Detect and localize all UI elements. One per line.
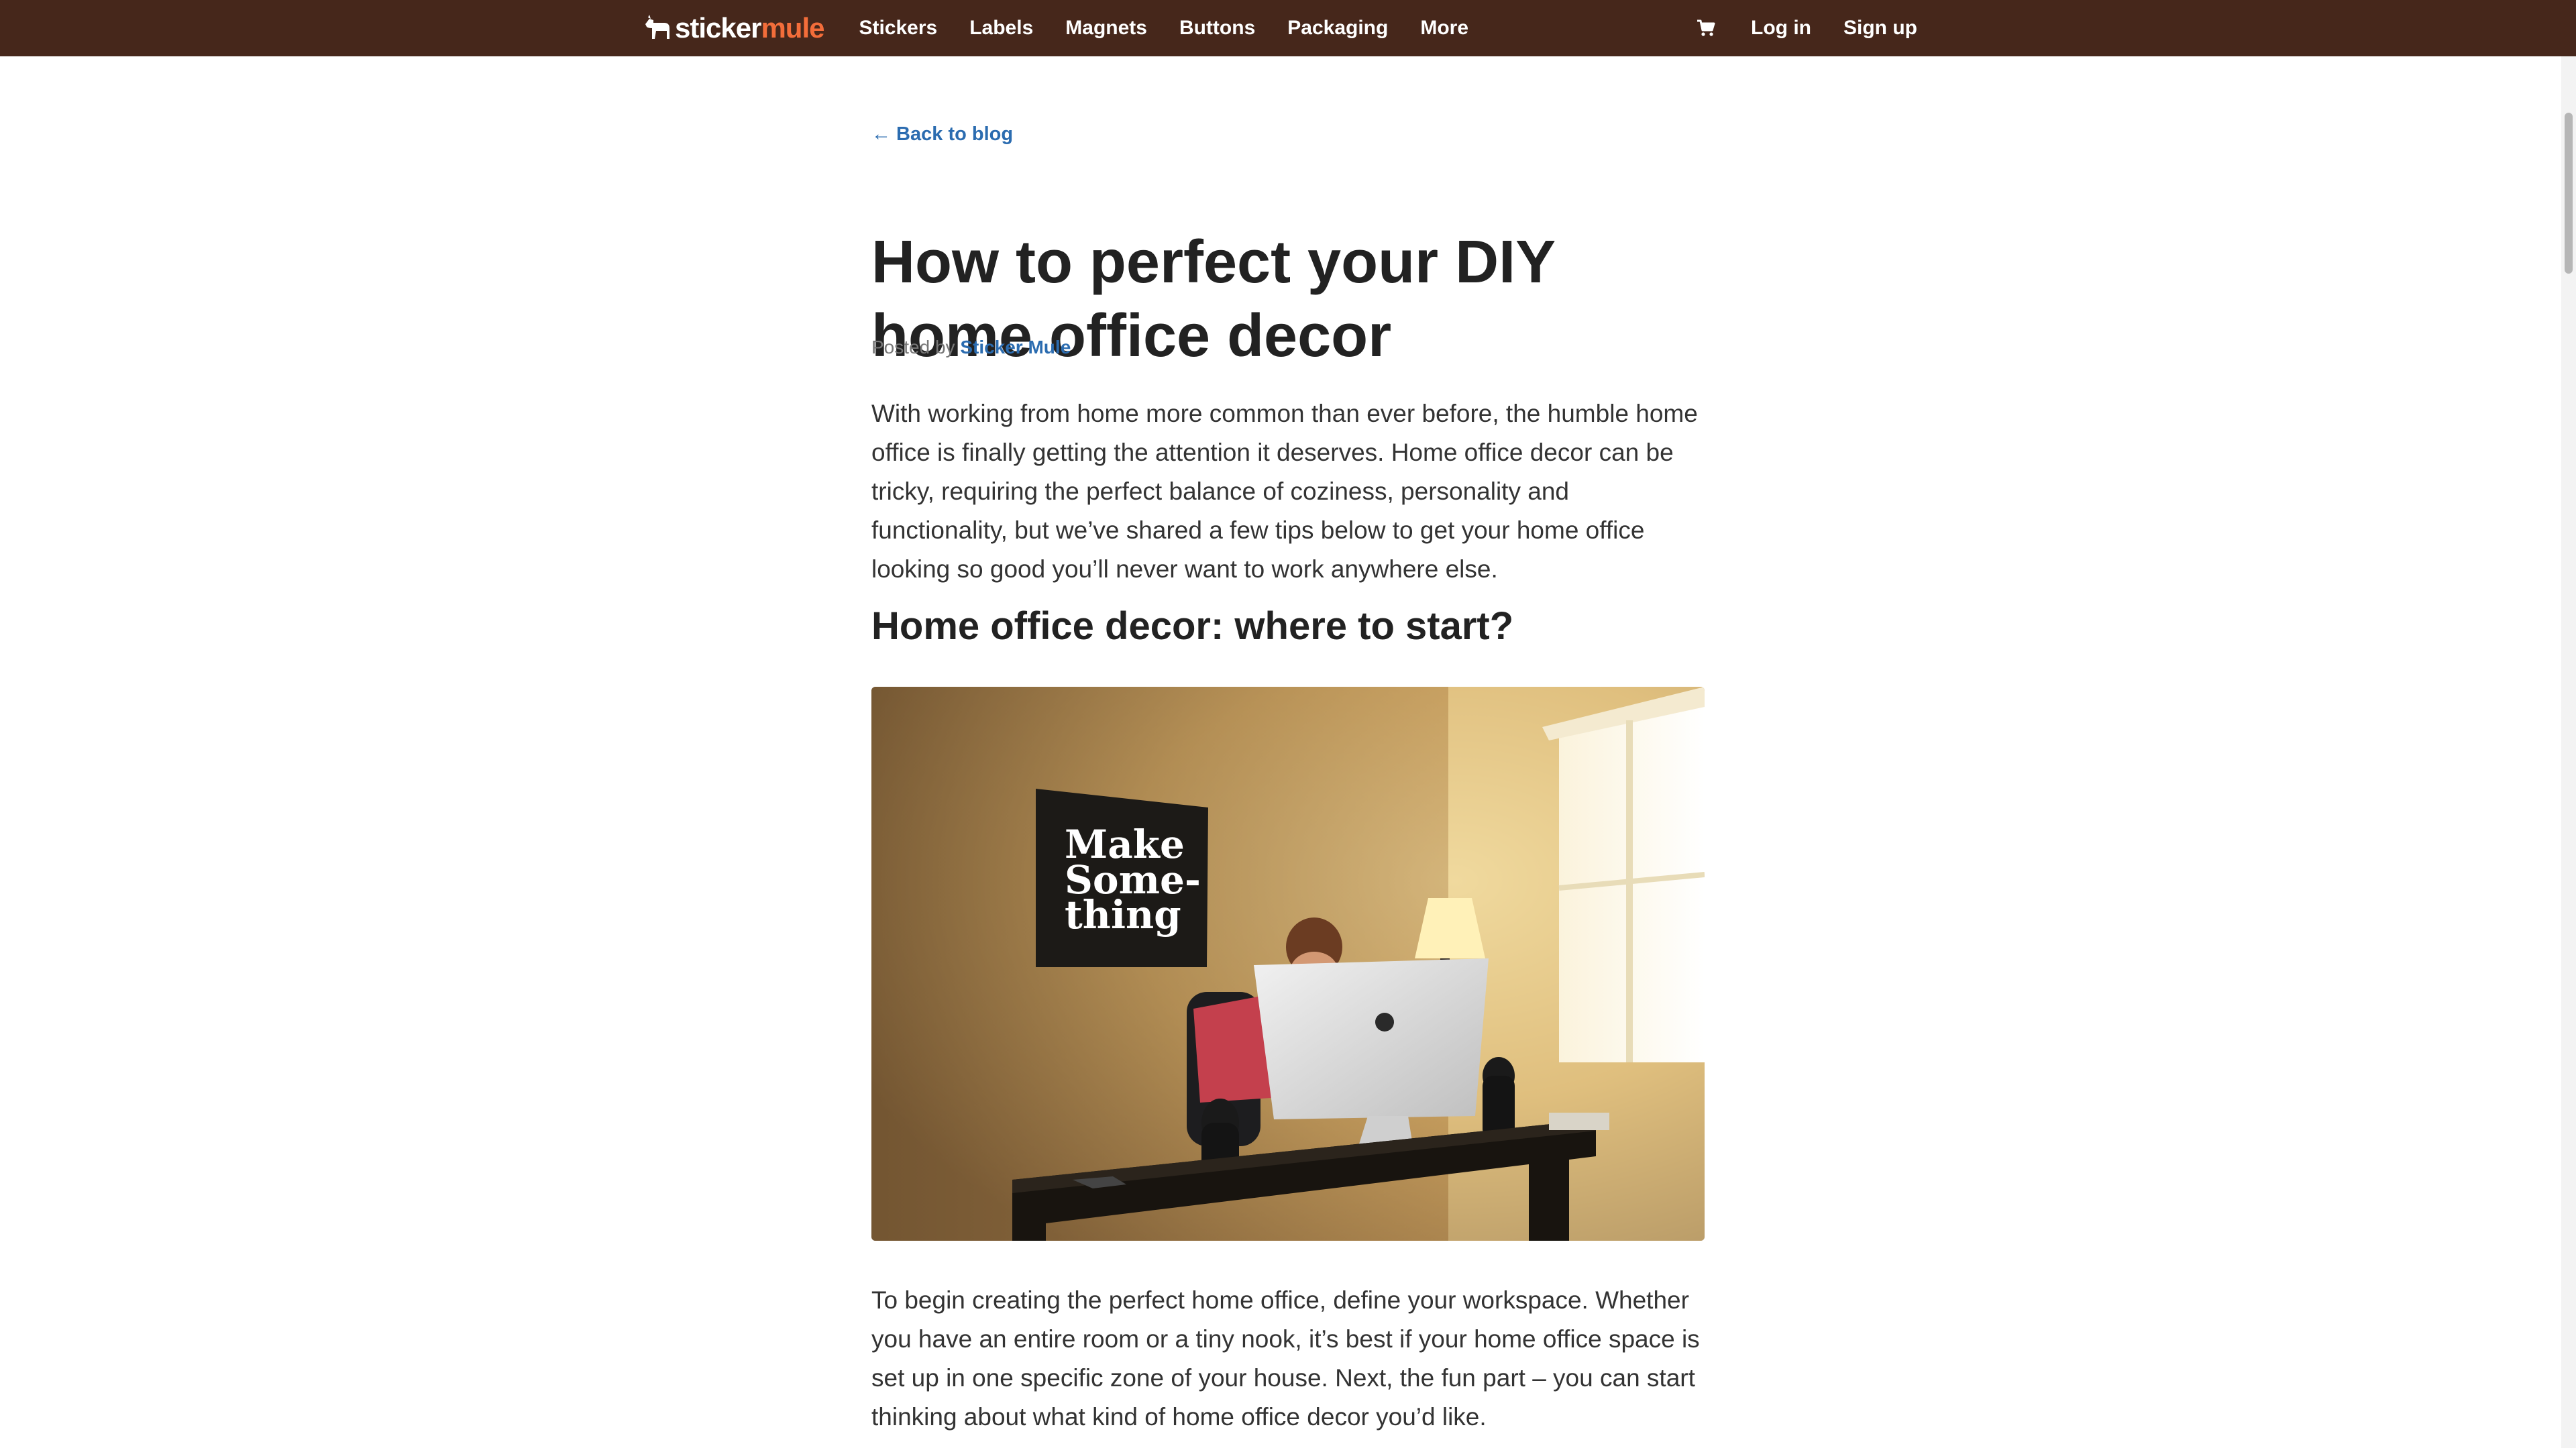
intro-paragraph: With working from home more common than … [871, 400, 1698, 583]
author-link[interactable]: Sticker Mule [960, 337, 1071, 357]
back-to-blog-link[interactable]: ← Back to blog [871, 123, 1013, 146]
posted-by-label: Posted by [871, 337, 955, 357]
scrollbar-thumb[interactable] [2565, 113, 2573, 274]
mule-icon [645, 15, 669, 39]
cart-icon[interactable] [1696, 18, 1716, 38]
home-office-illustration: Make Some- thing [871, 687, 1705, 1241]
signup-link[interactable]: Sign up [1843, 17, 1917, 40]
poster-text: Make Some- thing [1065, 822, 1201, 938]
page-scrollbar[interactable] [2561, 56, 2576, 1448]
nav-magnets[interactable]: Magnets [1065, 17, 1147, 40]
nav-packaging[interactable]: Packaging [1287, 17, 1388, 40]
section-heading: Home office decor: where to start? [871, 604, 1514, 648]
nav-right-group: Log in Sign up [1696, 0, 1917, 56]
login-link[interactable]: Log in [1751, 17, 1811, 40]
nav-stickers[interactable]: Stickers [859, 17, 937, 40]
navbar-inner: sticker mule Stickers Labels Magnets Butt… [643, 0, 1917, 56]
article-byline: Posted by Sticker Mule [871, 337, 1071, 358]
logo-text-sticker: sticker [675, 12, 761, 44]
nav-buttons[interactable]: Buttons [1179, 17, 1255, 40]
home-office-photo: Make Some- thing [871, 687, 1705, 1241]
body-paragraph: To begin creating the perfect home offic… [871, 1286, 1700, 1431]
stickermule-logo[interactable]: sticker mule [643, 0, 824, 56]
top-navbar: sticker mule Stickers Labels Magnets Butt… [0, 0, 2576, 56]
nav-more[interactable]: More [1420, 17, 1468, 40]
nav-labels[interactable]: Labels [969, 17, 1033, 40]
logo-text-mule: mule [761, 12, 824, 44]
svg-text:thing: thing [1065, 892, 1181, 938]
